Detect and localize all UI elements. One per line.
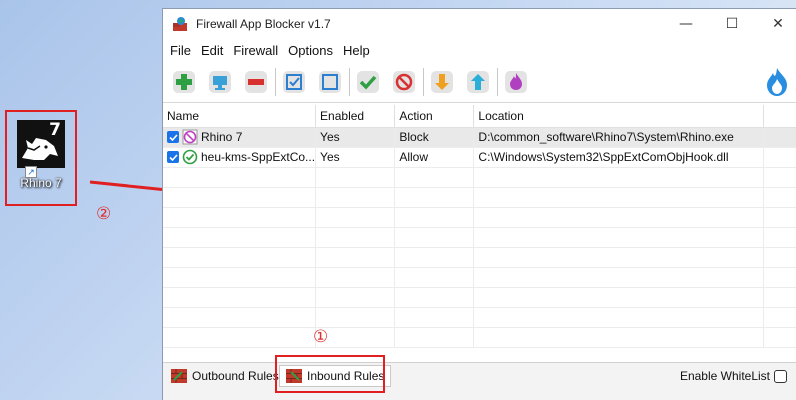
enable-whitelist-toggle[interactable]: Enable WhiteList (680, 369, 787, 383)
tab-outbound-label: Outbound Rules (192, 369, 279, 383)
bottom-bar: Outbound Rules Inbound Rules Enable Whit… (163, 355, 796, 400)
toolbar-separator (423, 67, 424, 96)
empty-row (163, 187, 796, 208)
shortcut-arrow-icon: ↗ (25, 166, 37, 178)
column-header-filler (763, 105, 796, 128)
menu-edit[interactable]: Edit (196, 43, 228, 58)
check-all-button[interactable] (277, 65, 311, 99)
rules-grid: Name Enabled Action Location Rhino 7 Yes… (163, 105, 796, 360)
down-arrow-icon (431, 70, 453, 93)
empty-row (163, 327, 796, 348)
tab-outbound-rules[interactable]: Outbound Rules (165, 365, 285, 387)
desktop-shortcut-rhino[interactable]: 7 ↗ Rhino 7 (5, 110, 77, 206)
add-button[interactable] (167, 65, 201, 99)
empty-row (163, 307, 796, 328)
menu-file[interactable]: File (165, 43, 196, 58)
export-button[interactable] (461, 65, 495, 99)
firewall-button[interactable] (499, 65, 533, 99)
rhino-app-icon: 7 ↗ (17, 120, 65, 178)
column-header-enabled[interactable]: Enabled (315, 105, 396, 128)
app-window: Firewall App Blocker v1.7 — ☐ ✕ File Edi… (162, 8, 796, 400)
allow-icon (357, 70, 379, 93)
row-name: heu-kms-SppExtCo... (201, 150, 316, 164)
row-name: Rhino 7 (201, 130, 243, 144)
block-button[interactable] (387, 65, 421, 99)
toolbar-separator (349, 67, 350, 96)
row-location: D:\common_software\Rhino7\System\Rhino.e… (473, 127, 764, 148)
empty-row (163, 167, 796, 188)
monitor-icon (209, 70, 231, 93)
firewall-app-icon (173, 17, 187, 31)
maximize-button[interactable]: ☐ (709, 9, 755, 39)
row-action: Allow (394, 147, 475, 168)
desktop-icon-label: Rhino 7 (20, 176, 62, 190)
allow-button[interactable] (351, 65, 385, 99)
add-icon (173, 70, 195, 93)
whitelist-label: Enable WhiteList (679, 369, 770, 383)
rhino-icon (22, 138, 58, 160)
menu-firewall[interactable]: Firewall (228, 43, 283, 58)
empty-row (163, 287, 796, 308)
title-bar[interactable]: Firewall App Blocker v1.7 — ☐ ✕ (163, 9, 796, 39)
empty-row (163, 207, 796, 228)
toolbar-separator (275, 67, 276, 96)
empty-row (163, 227, 796, 248)
window-title: Firewall App Blocker v1.7 (196, 17, 331, 31)
remove-button[interactable] (239, 65, 273, 99)
check-box-icon (283, 70, 305, 93)
menu-bar: File Edit Firewall Options Help (163, 39, 796, 61)
import-button[interactable] (425, 65, 459, 99)
menu-help[interactable]: Help (338, 43, 375, 58)
blocked-app-icon (182, 129, 198, 145)
row-location: C:\Windows\System32\SppExtComObjHook.dll (473, 147, 764, 168)
firewall-wall-icon (171, 369, 187, 383)
toolbar (163, 61, 796, 103)
row-checkbox[interactable] (167, 131, 179, 143)
row-enabled: Yes (315, 127, 396, 148)
whitelist-checkbox[interactable] (774, 369, 787, 383)
row-action: Block (394, 127, 475, 148)
brand-flame-icon (767, 67, 787, 96)
empty-row (163, 247, 796, 268)
column-header-name[interactable]: Name (163, 105, 317, 128)
minimize-button[interactable]: — (663, 9, 709, 39)
table-row[interactable]: heu-kms-SppExtCo... Yes Allow C:\Windows… (163, 147, 796, 168)
table-row[interactable]: Rhino 7 Yes Block D:\common_software\Rhi… (163, 127, 796, 148)
step-marker-1: ① (313, 327, 329, 347)
toolbar-separator (497, 67, 498, 96)
flame-icon (505, 70, 527, 93)
column-header-action[interactable]: Action (394, 105, 475, 128)
block-icon (393, 70, 415, 93)
close-button[interactable]: ✕ (755, 9, 796, 39)
row-checkbox[interactable] (167, 151, 179, 163)
allowed-app-icon (182, 149, 198, 165)
uncheck-box-icon (319, 70, 341, 93)
row-enabled: Yes (315, 147, 396, 168)
remove-icon (245, 70, 267, 93)
table-header-row: Name Enabled Action Location (163, 105, 796, 128)
monitor-button[interactable] (203, 65, 237, 99)
empty-row (163, 267, 796, 288)
up-arrow-icon (467, 70, 489, 93)
rules-table: Name Enabled Action Location Rhino 7 Yes… (163, 105, 796, 348)
uncheck-all-button[interactable] (313, 65, 347, 99)
highlight-box-inbound (275, 355, 385, 393)
menu-options[interactable]: Options (283, 43, 338, 58)
column-header-location[interactable]: Location (473, 105, 764, 128)
